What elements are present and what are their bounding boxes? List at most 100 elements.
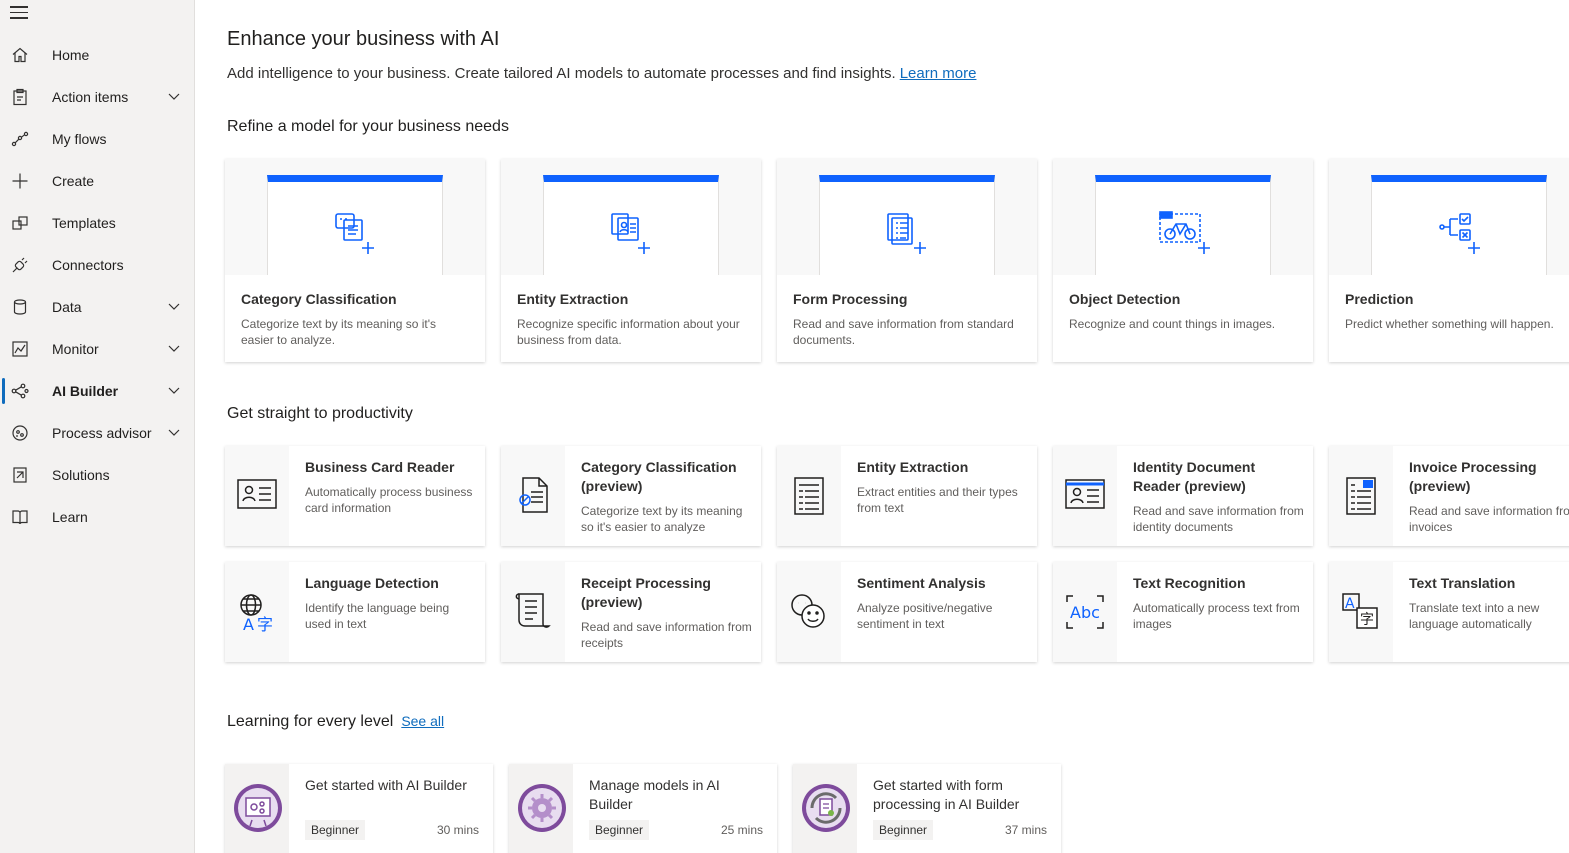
- sidebar-item-create[interactable]: Create: [0, 160, 194, 202]
- card-icon-box: Abc: [1053, 562, 1117, 662]
- sidebar-item-process-advisor[interactable]: Process advisor: [0, 412, 194, 454]
- invoice-icon: [1346, 477, 1376, 515]
- see-all-link[interactable]: See all: [401, 713, 444, 729]
- prebuilt-card-invoice-processing[interactable]: Invoice Processing (preview) Read and sa…: [1329, 446, 1569, 546]
- model-card-prediction[interactable]: Prediction Predict whether something wil…: [1329, 159, 1569, 362]
- card-title: Language Detection: [305, 575, 439, 591]
- sidebar-item-ai-builder[interactable]: AI Builder: [0, 370, 194, 412]
- gear-badge-icon: [518, 784, 566, 832]
- level-badge: Beginner: [873, 820, 934, 840]
- prebuilt-card-text-recognition[interactable]: Abc Text Recognition Automatically proce…: [1053, 562, 1313, 662]
- learning-card-manage-models[interactable]: Manage models in AI Builder Beginner 25 …: [509, 764, 777, 853]
- card-title: Invoice Processing (preview): [1409, 459, 1537, 494]
- sidebar-item-learn[interactable]: Learn: [0, 496, 194, 538]
- sidebar-item-label: Monitor: [52, 341, 99, 357]
- model-card-category-classification[interactable]: Category Classification Categorize text …: [225, 159, 485, 362]
- card-description: Predict whether something will happen.: [1345, 317, 1554, 331]
- prebuilt-card-entity-extraction[interactable]: Entity Extraction Extract entities and t…: [777, 446, 1037, 546]
- card-icon-box: [225, 446, 289, 546]
- prebuilt-card-identity-document-reader[interactable]: Identity Document Reader (preview) Read …: [1053, 446, 1313, 546]
- prebuilt-card-category-classification[interactable]: Category Classification (preview) Catego…: [501, 446, 761, 546]
- card-title: Receipt Processing (preview): [581, 575, 711, 610]
- model-card-entity-extraction[interactable]: Entity Extraction Recognize specific inf…: [501, 159, 761, 362]
- object-detection-bicycle-icon: [1159, 211, 1210, 254]
- sidebar-item-templates[interactable]: Templates: [0, 202, 194, 244]
- card-hero: [1053, 159, 1313, 275]
- card-title: Entity Extraction: [857, 459, 969, 475]
- receipt-icon: [515, 593, 551, 628]
- chevron-down-icon[interactable]: [167, 301, 181, 311]
- card-description: Read and save information from receipts: [581, 620, 752, 650]
- chevron-down-icon[interactable]: [167, 427, 181, 437]
- card-title: Manage models in AI Builder: [589, 777, 720, 812]
- process-advisor-icon: [12, 425, 28, 441]
- card-title: Category Classification: [241, 291, 397, 307]
- model-card-form-processing[interactable]: Form Processing Read and save informatio…: [777, 159, 1037, 362]
- sidebar-item-action-items[interactable]: Action items: [0, 76, 194, 118]
- card-icon-box: [225, 764, 289, 853]
- sidebar-item-monitor[interactable]: Monitor: [0, 328, 194, 370]
- card-title: Category Classification (preview): [581, 459, 737, 494]
- card-description: Read and save information from standard …: [793, 317, 1014, 347]
- card-description: Categorize text by its meaning so it's e…: [241, 317, 437, 347]
- prebuilt-card-sentiment-analysis[interactable]: Sentiment Analysis Analyze positive/nega…: [777, 562, 1037, 662]
- prebuilt-card-receipt-processing[interactable]: Receipt Processing (preview) Read and sa…: [501, 562, 761, 662]
- sidebar-item-home[interactable]: Home: [0, 34, 194, 76]
- card-icon-box: [777, 562, 841, 662]
- card-description: Automatically process text from images: [1133, 601, 1300, 631]
- database-icon: [13, 299, 27, 315]
- prebuilt-card-business-card-reader[interactable]: Business Card Reader Automatically proce…: [225, 446, 485, 546]
- sidebar-item-my-flows[interactable]: My flows: [0, 118, 194, 160]
- card-title: Text Recognition: [1133, 575, 1246, 591]
- sidebar-item-label: Process advisor: [52, 425, 152, 441]
- sidebar-item-solutions[interactable]: Solutions: [0, 454, 194, 496]
- id-card-icon: [1065, 479, 1105, 509]
- section-title-refine: Refine a model for your business needs: [227, 118, 509, 135]
- learning-card-get-started-ai-builder[interactable]: Get started with AI Builder Beginner 30 …: [225, 764, 493, 853]
- card-icon-box: A字: [1329, 562, 1393, 662]
- prebuilt-card-text-translation[interactable]: A字 Text Translation Translate text into …: [1329, 562, 1569, 662]
- card-title: Sentiment Analysis: [857, 575, 986, 591]
- card-description: Analyze positive/negative sentiment in t…: [857, 601, 993, 631]
- level-badge: Beginner: [305, 820, 366, 840]
- sidebar-item-label: Learn: [52, 509, 88, 525]
- ai-builder-badge-icon: [234, 784, 282, 832]
- card-title: Object Detection: [1069, 291, 1181, 307]
- sidebar-item-label: AI Builder: [52, 383, 119, 399]
- entity-list-icon: [794, 477, 824, 515]
- svg-text:字: 字: [1360, 612, 1374, 628]
- smiley-faces-icon: [791, 594, 825, 628]
- sidebar-item-label: Create: [52, 173, 95, 189]
- page-subtitle-text: Add intelligence to your business. Creat…: [227, 65, 896, 82]
- learning-card-form-processing[interactable]: Get started with form processing in AI B…: [793, 764, 1061, 853]
- sidebar-item-label: Data: [52, 299, 82, 315]
- chevron-down-icon[interactable]: [167, 343, 181, 353]
- card-icon-box: [1053, 446, 1117, 546]
- section-title-learning: Learning for every level See all: [227, 713, 444, 731]
- hamburger-menu-icon[interactable]: [10, 6, 28, 20]
- card-description: Recognize and count things in images.: [1069, 317, 1276, 331]
- plug-icon: [12, 257, 28, 273]
- solutions-icon: [13, 467, 27, 483]
- learn-more-link[interactable]: Learn more: [900, 65, 977, 82]
- sidebar-item-data[interactable]: Data: [0, 286, 194, 328]
- card-hero: [1329, 159, 1569, 275]
- card-title: Identity Document Reader (preview): [1133, 459, 1256, 494]
- chevron-down-icon[interactable]: [167, 91, 181, 101]
- form-processing-badge-icon: [802, 784, 850, 832]
- sidebar-item-connectors[interactable]: Connectors: [0, 244, 194, 286]
- model-card-object-detection[interactable]: Object Detection Recognize and count thi…: [1053, 159, 1313, 362]
- card-description: Extract entities and their types from te…: [857, 485, 1018, 515]
- card-title: Prediction: [1345, 291, 1414, 307]
- text-recognition-icon: Abc: [1066, 595, 1104, 629]
- chevron-down-icon[interactable]: [167, 385, 181, 395]
- entity-extraction-icon: [611, 213, 650, 254]
- translate-icon: A字: [1342, 593, 1378, 629]
- document-tag-icon: [519, 477, 548, 513]
- sidebar-item-label: My flows: [52, 131, 107, 147]
- prebuilt-card-language-detection[interactable]: A字 Language Detection Identify the langu…: [225, 562, 485, 662]
- page-title: Enhance your business with AI: [227, 28, 500, 50]
- svg-text:字: 字: [257, 615, 273, 632]
- sidebar-item-label: Solutions: [52, 467, 110, 483]
- duration: 30 mins: [436, 823, 479, 837]
